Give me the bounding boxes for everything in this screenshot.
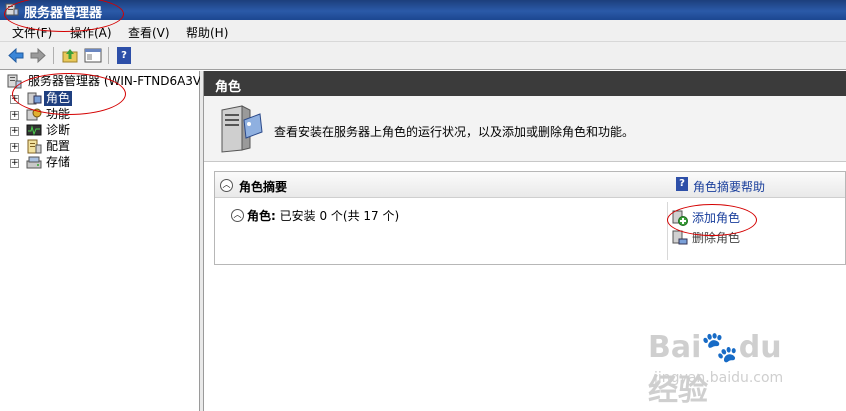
add-roles-icon [672,210,688,226]
tree-root-label: 服务器管理器 (WIN-FTND6A3VSI [28,74,213,88]
toolbar-separator [53,47,54,64]
help-icon[interactable]: ? [117,47,131,64]
page-description: 查看安装在服务器上角色的运行状况，以及添加或删除角色和功能。 [274,125,635,139]
roles-summary-title: 角色摘要 [239,180,288,194]
tree-item-label: 存储 [46,155,71,169]
roles-summary-header: ︿ 角色摘要 ? 角色摘要帮助 [215,172,845,198]
menu-help[interactable]: 帮助(H) [186,24,228,41]
toolbar: ? [0,42,846,70]
menu-bar: 文件(F) 操作(A) 查看(V) 帮助(H) [0,20,846,42]
tree-item-label: 角色 [44,91,73,106]
roles-status: 已安装 0 个(共 17 个) [279,209,400,223]
toolbar-separator [108,47,109,64]
expand-toggle[interactable]: + [10,143,19,152]
console-tree: 服务器管理器 (WIN-FTND6A3VSI + 角色 + 功能 + 诊断 + [0,71,212,411]
tree-item-label: 配置 [46,139,71,153]
title-bar: 服务器管理器 [0,0,846,21]
menu-action[interactable]: 操作(A) [70,24,112,41]
tree-item-diagnostics[interactable]: + 诊断 [10,123,195,139]
add-roles-label: 添加角色 [692,211,741,225]
remove-roles-icon [672,230,688,245]
forward-icon[interactable] [29,47,47,64]
back-icon[interactable] [7,47,25,64]
roles-icon [27,92,42,105]
collapse-icon[interactable]: ︿ [220,179,233,192]
features-icon [26,108,42,121]
tree-item-storage[interactable]: + 存储 [10,155,195,171]
expand-toggle[interactable]: + [10,127,19,136]
configuration-icon [27,139,42,154]
up-folder-icon[interactable] [61,47,79,64]
roles-server-icon [221,105,263,153]
tree-item-label: 功能 [46,107,71,121]
roles-summary-panel: ︿ 角色摘要 ? 角色摘要帮助 ︿ 角色: 已安装 0 个(共 17 个) 添加… [214,171,846,265]
remove-roles-label: 删除角色 [692,231,741,245]
roles-actions: 添加角色 删除角色 [667,202,844,260]
roles-status-line: 角色: 已安装 0 个(共 17 个) [247,207,399,224]
show-hide-console-tree-icon[interactable] [84,47,102,64]
expand-toggle[interactable]: + [10,95,19,104]
tree-item-features[interactable]: + 功能 [10,107,195,123]
collapse-icon[interactable]: ︿ [231,209,244,222]
pane-title: 角色 [215,80,242,95]
add-roles-link[interactable]: 添加角色 [672,210,822,226]
tree-item-configuration[interactable]: + 配置 [10,139,195,155]
menu-view[interactable]: 查看(V) [128,24,170,41]
server-manager-icon [7,74,22,89]
info-band: 查看安装在服务器上角色的运行状况，以及添加或删除角色和功能。 [204,96,846,162]
tree-root[interactable]: 服务器管理器 (WIN-FTND6A3VSI [6,74,212,90]
expand-toggle[interactable]: + [10,159,19,168]
roles-summary-body: ︿ 角色: 已安装 0 个(共 17 个) 添加角色 删除角色 [215,198,845,264]
main-pane: 角色 查看安装在服务器上角色的运行状况，以及添加或删除角色和功能。 ︿ 角色摘要… [204,71,846,411]
diagnostics-icon [26,124,42,136]
help-icon: ? [676,177,688,191]
menu-file[interactable]: 文件(F) [12,24,52,41]
remove-roles-link[interactable]: 删除角色 [672,230,822,246]
tree-item-label: 诊断 [46,123,71,137]
tree-item-roles[interactable]: + 角色 [10,91,195,107]
pane-header: 角色 [204,71,846,96]
window-title: 服务器管理器 [24,6,103,21]
roles-label: 角色: [247,209,276,223]
expand-toggle[interactable]: + [10,111,19,120]
storage-icon [26,156,42,169]
roles-summary-help-link[interactable]: 角色摘要帮助 [693,178,765,195]
server-manager-icon [5,3,19,16]
